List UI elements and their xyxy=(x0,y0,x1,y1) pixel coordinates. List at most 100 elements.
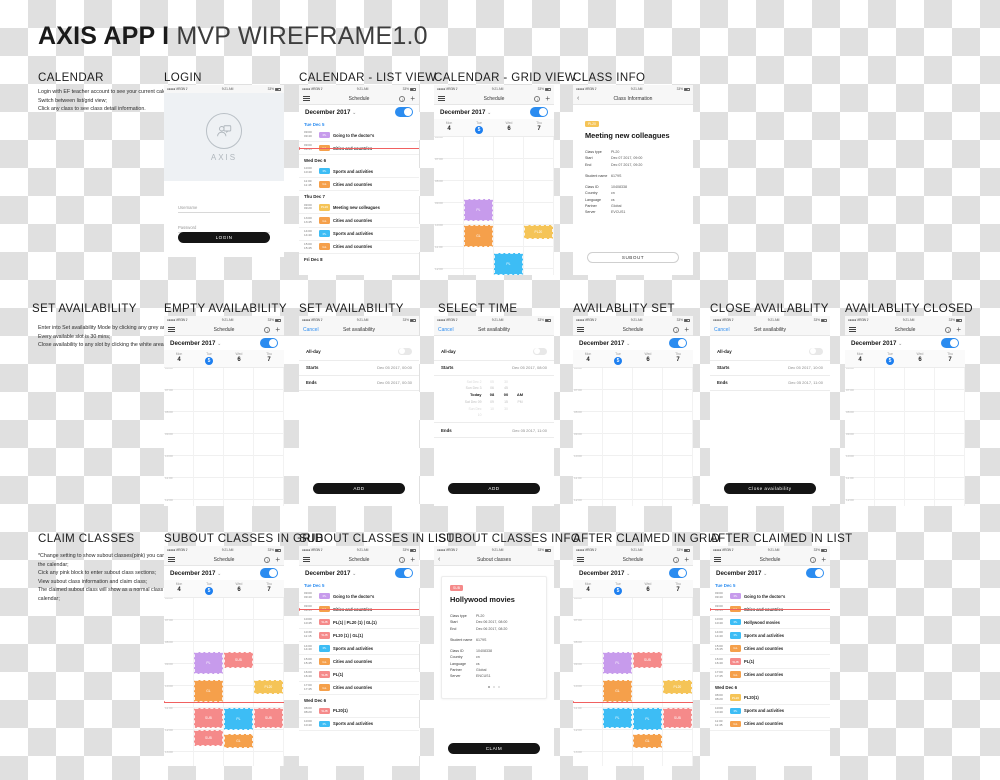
hour-row[interactable]: 10:00 xyxy=(845,454,965,478)
weekday-wed[interactable]: Wed 6 xyxy=(494,119,524,136)
weekday-tue[interactable]: Tue 5 xyxy=(194,350,224,367)
plus-icon[interactable]: + xyxy=(545,94,550,103)
plus-icon[interactable]: + xyxy=(410,94,415,103)
class-list-item[interactable]: 11:00 11:45 GL Cities and countries xyxy=(710,718,830,731)
all-day-row[interactable]: All-day xyxy=(299,343,419,361)
view-mode-toggle[interactable] xyxy=(395,107,413,117)
month-label[interactable]: December 2017 ⌄ xyxy=(851,340,902,347)
hour-row[interactable]: 06:00 xyxy=(434,137,554,159)
weekday-mon[interactable]: Mon 4 xyxy=(434,119,464,136)
menu-icon[interactable] xyxy=(168,326,175,334)
class-list-item[interactable]: 08:00 08:20 SUB PL20(1) xyxy=(299,705,419,718)
class-list-item[interactable]: 10:00 10:45 SUB PL(1) | PL20 (1) | GL(1) xyxy=(299,616,419,630)
calendar-event[interactable]: PL20 xyxy=(663,680,692,694)
all-day-toggle[interactable] xyxy=(809,347,823,355)
hour-row[interactable]: 13:00 xyxy=(573,750,693,766)
calendar-event[interactable]: PL xyxy=(603,652,632,674)
class-list-item[interactable]: 14:00 14:40 PL Sports and activities xyxy=(710,629,830,643)
menu-icon[interactable] xyxy=(849,326,856,334)
info-icon[interactable]: i xyxy=(534,95,541,102)
weekday-thu[interactable]: Thu 7 xyxy=(663,580,693,597)
view-mode-toggle[interactable] xyxy=(669,338,687,348)
info-icon[interactable]: i xyxy=(673,556,680,563)
calendar-event[interactable]: GL xyxy=(464,225,493,247)
class-list-item[interactable]: 09:00 09:45 GL Cities and countries xyxy=(299,603,419,617)
hour-row[interactable]: 12:00 xyxy=(573,498,693,506)
month-label[interactable]: December 2017 ⌄ xyxy=(170,340,221,347)
calendar-event[interactable]: SUB xyxy=(194,730,223,746)
weekday-thu[interactable]: Thu 7 xyxy=(663,350,693,367)
password-input[interactable]: Password xyxy=(178,219,270,233)
class-list-item[interactable]: 14:00 14:40 PL Sports and activities xyxy=(299,228,419,241)
all-day-toggle[interactable] xyxy=(533,347,547,355)
hour-row[interactable]: 07:00 xyxy=(845,388,965,412)
starts-row[interactable]: Starts Dec 05 2017, 00:00 xyxy=(299,361,419,376)
class-list-item[interactable]: 10:00 10:40 PL Sports and activities xyxy=(299,165,419,179)
view-mode-toggle[interactable] xyxy=(669,568,687,578)
class-list-item[interactable]: 14:00 14:40 PL Sports and activities xyxy=(299,642,419,656)
weekday-mon[interactable]: Mon 4 xyxy=(164,580,194,597)
menu-icon[interactable] xyxy=(168,556,175,564)
hour-row[interactable]: 07:00 xyxy=(164,618,284,642)
info-icon[interactable]: i xyxy=(945,326,952,333)
hour-row[interactable]: 12:00 xyxy=(845,498,965,506)
weekday-mon[interactable]: Mon 4 xyxy=(573,580,603,597)
menu-icon[interactable] xyxy=(714,556,721,564)
calendar-event[interactable]: PL xyxy=(194,652,223,674)
weekday-mon[interactable]: Mon 4 xyxy=(573,350,603,367)
hour-row[interactable]: 07:00 xyxy=(164,388,284,412)
class-list-item[interactable]: 13:00 13:45 GL Cities and countries xyxy=(299,214,419,228)
month-label[interactable]: December 2017 ⌄ xyxy=(440,109,491,116)
month-label[interactable]: December 2017 ⌄ xyxy=(716,570,767,577)
picker-row[interactable]: Today 08 00 AM xyxy=(434,391,554,399)
primary-action-button[interactable]: Close availability xyxy=(724,483,816,494)
primary-action-button[interactable]: ADD xyxy=(448,483,540,494)
calendar-event[interactable]: PL xyxy=(633,708,662,730)
class-list-item[interactable]: 10:30 11:15 SUB PL20 (1) | GL(1) xyxy=(299,629,419,643)
hour-row[interactable]: 08:00 xyxy=(434,179,554,203)
calendar-event[interactable]: PL xyxy=(494,253,523,275)
weekday-tue[interactable]: Tue 5 xyxy=(603,350,633,367)
view-mode-toggle[interactable] xyxy=(260,568,278,578)
hour-row[interactable]: 08:00 xyxy=(164,410,284,434)
hour-row[interactable]: 10:00 xyxy=(573,454,693,478)
view-mode-toggle[interactable] xyxy=(260,338,278,348)
class-list-item[interactable]: 10:00 10:40 PL Hollywood movies xyxy=(710,616,830,630)
hour-row[interactable]: 09:00 xyxy=(845,432,965,456)
menu-icon[interactable] xyxy=(577,556,584,564)
weekday-tue[interactable]: Tue 5 xyxy=(603,580,633,597)
weekday-tue[interactable]: Tue 5 xyxy=(875,350,905,367)
class-list-item[interactable]: 10:00 10:40 PL Sports and activities xyxy=(299,718,419,731)
calendar-event[interactable]: SUB xyxy=(663,708,692,728)
calendar-event[interactable]: SUB xyxy=(224,652,253,668)
hour-row[interactable]: 07:00 xyxy=(573,618,693,642)
menu-icon[interactable] xyxy=(438,95,445,103)
weekday-tue[interactable]: Tue 5 xyxy=(194,580,224,597)
hour-row[interactable]: 09:00 xyxy=(164,432,284,456)
month-label[interactable]: December 2017 ⌄ xyxy=(305,570,356,577)
ends-row[interactable]: Ends Dec 05 2017, 11:00 xyxy=(434,423,554,439)
class-list-item[interactable]: 09:00 09:45 GL Cities and countries xyxy=(710,603,830,617)
plus-icon[interactable]: + xyxy=(275,555,280,564)
cancel-button[interactable]: Cancel xyxy=(303,327,319,333)
hour-row[interactable]: 08:00 xyxy=(845,410,965,434)
month-label[interactable]: December 2017 ⌄ xyxy=(579,340,630,347)
class-list-item[interactable]: 08:00 08:20 PL20 PL20(1) xyxy=(710,692,830,705)
info-icon[interactable]: i xyxy=(264,326,271,333)
plus-icon[interactable]: + xyxy=(684,325,689,334)
weekday-wed[interactable]: Wed 6 xyxy=(633,580,663,597)
picker-row[interactable]: Sun Dec 10 10 30 xyxy=(434,406,554,419)
weekday-wed[interactable]: Wed 6 xyxy=(905,350,935,367)
calendar-event[interactable]: PL20 xyxy=(254,680,283,694)
weekday-thu[interactable]: Thu 7 xyxy=(254,580,284,597)
class-list-item[interactable]: 09:00 09:40 PL Going to the doctor's xyxy=(299,129,419,143)
class-list-item[interactable]: 11:00 11:45 GL Cities and countries xyxy=(299,178,419,192)
calendar-event[interactable]: SUB xyxy=(633,652,662,668)
class-list-item[interactable]: 09:00 09:20 PL20 Meeting new colleagues xyxy=(299,201,419,215)
hour-row[interactable]: 09:00 xyxy=(573,432,693,456)
view-mode-toggle[interactable] xyxy=(530,107,548,117)
weekday-mon[interactable]: Mon 4 xyxy=(845,350,875,367)
weekday-wed[interactable]: Wed 6 xyxy=(224,350,254,367)
hour-row[interactable]: 08:00 xyxy=(573,410,693,434)
class-list-item[interactable]: 10:00 10:40 PL Sports and activities xyxy=(710,705,830,718)
